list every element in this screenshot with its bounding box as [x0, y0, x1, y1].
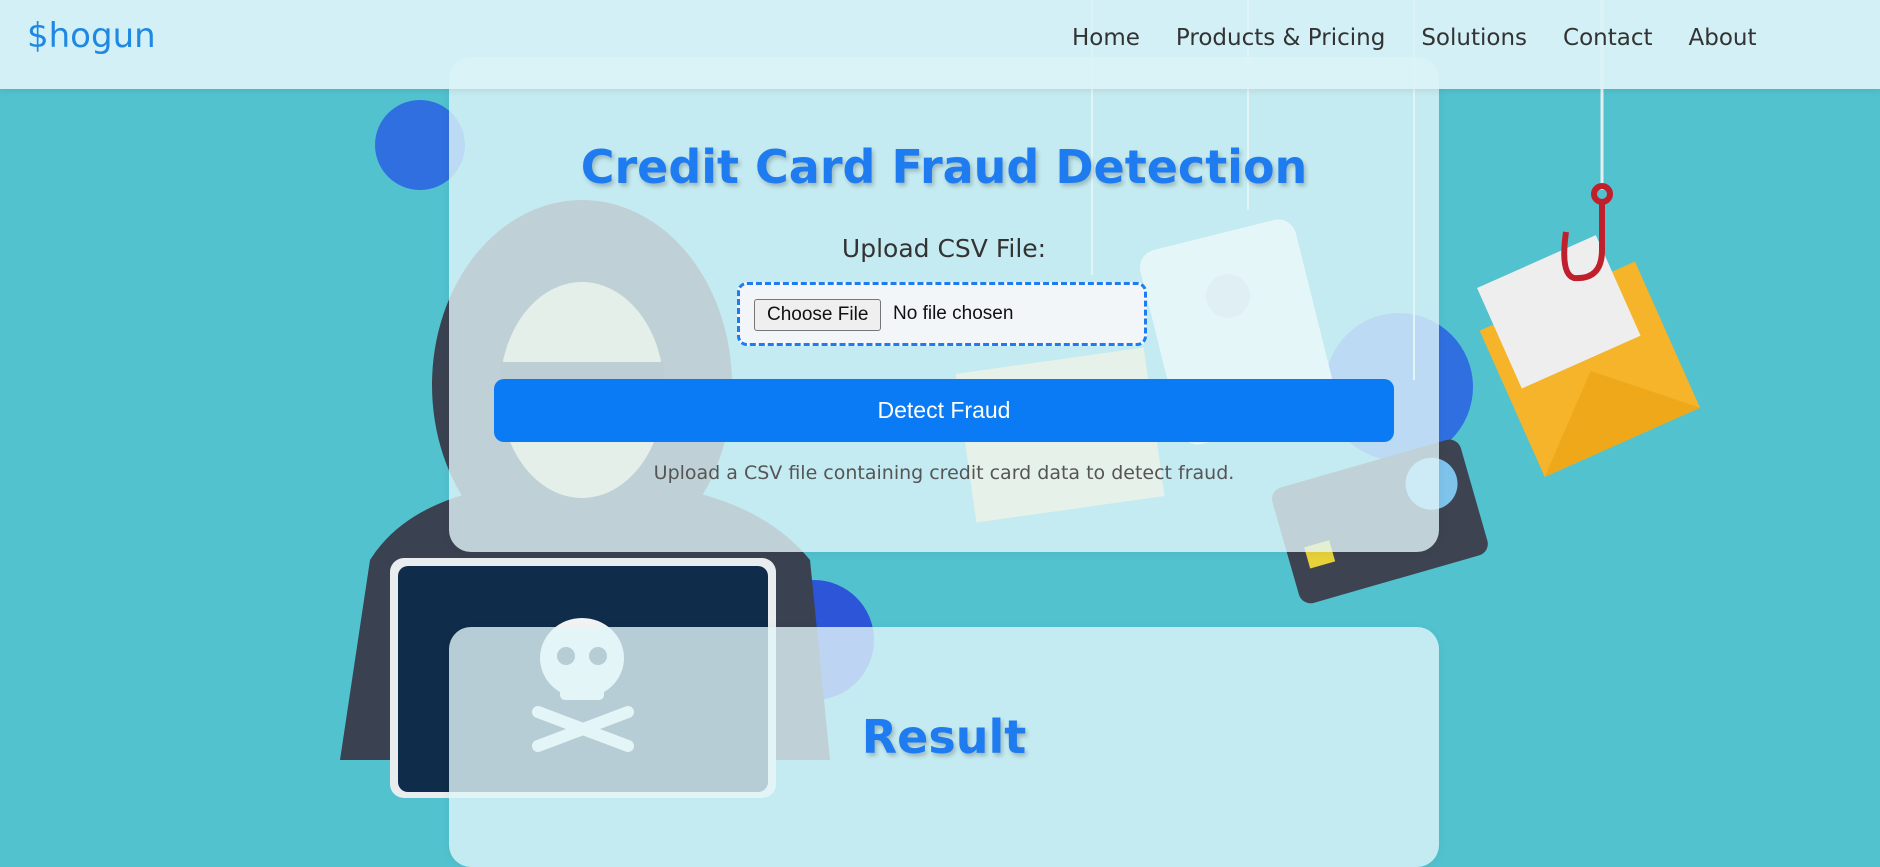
brand-logo[interactable]: $hogun	[27, 16, 156, 56]
top-navbar: $hogun Home Products & Pricing Solutions…	[0, 0, 1880, 89]
upload-hint: Upload a CSV file containing credit card…	[653, 462, 1235, 484]
envelope-icon	[1477, 235, 1701, 477]
choose-file-button[interactable]: Choose File	[754, 299, 882, 331]
page-title: Credit Card Fraud Detection	[580, 140, 1308, 194]
nav-link-home[interactable]: Home	[1054, 22, 1158, 54]
upload-card: Credit Card Fraud Detection Upload CSV F…	[449, 57, 1439, 552]
result-title: Result	[861, 710, 1027, 764]
file-status-text: No file chosen	[893, 303, 1014, 324]
nav-link-solutions[interactable]: Solutions	[1403, 22, 1545, 54]
nav-link-contact[interactable]: Contact	[1545, 22, 1670, 54]
nav-links: Home Products & Pricing Solutions Contac…	[1054, 22, 1775, 54]
nav-link-products-pricing[interactable]: Products & Pricing	[1158, 22, 1403, 54]
nav-link-about[interactable]: About	[1671, 22, 1775, 54]
result-card: Result	[449, 627, 1439, 867]
upload-label: Upload CSV File:	[841, 234, 1047, 263]
detect-fraud-button[interactable]: Detect Fraud	[494, 379, 1394, 442]
file-input[interactable]: Choose File No file chosen	[737, 282, 1147, 346]
